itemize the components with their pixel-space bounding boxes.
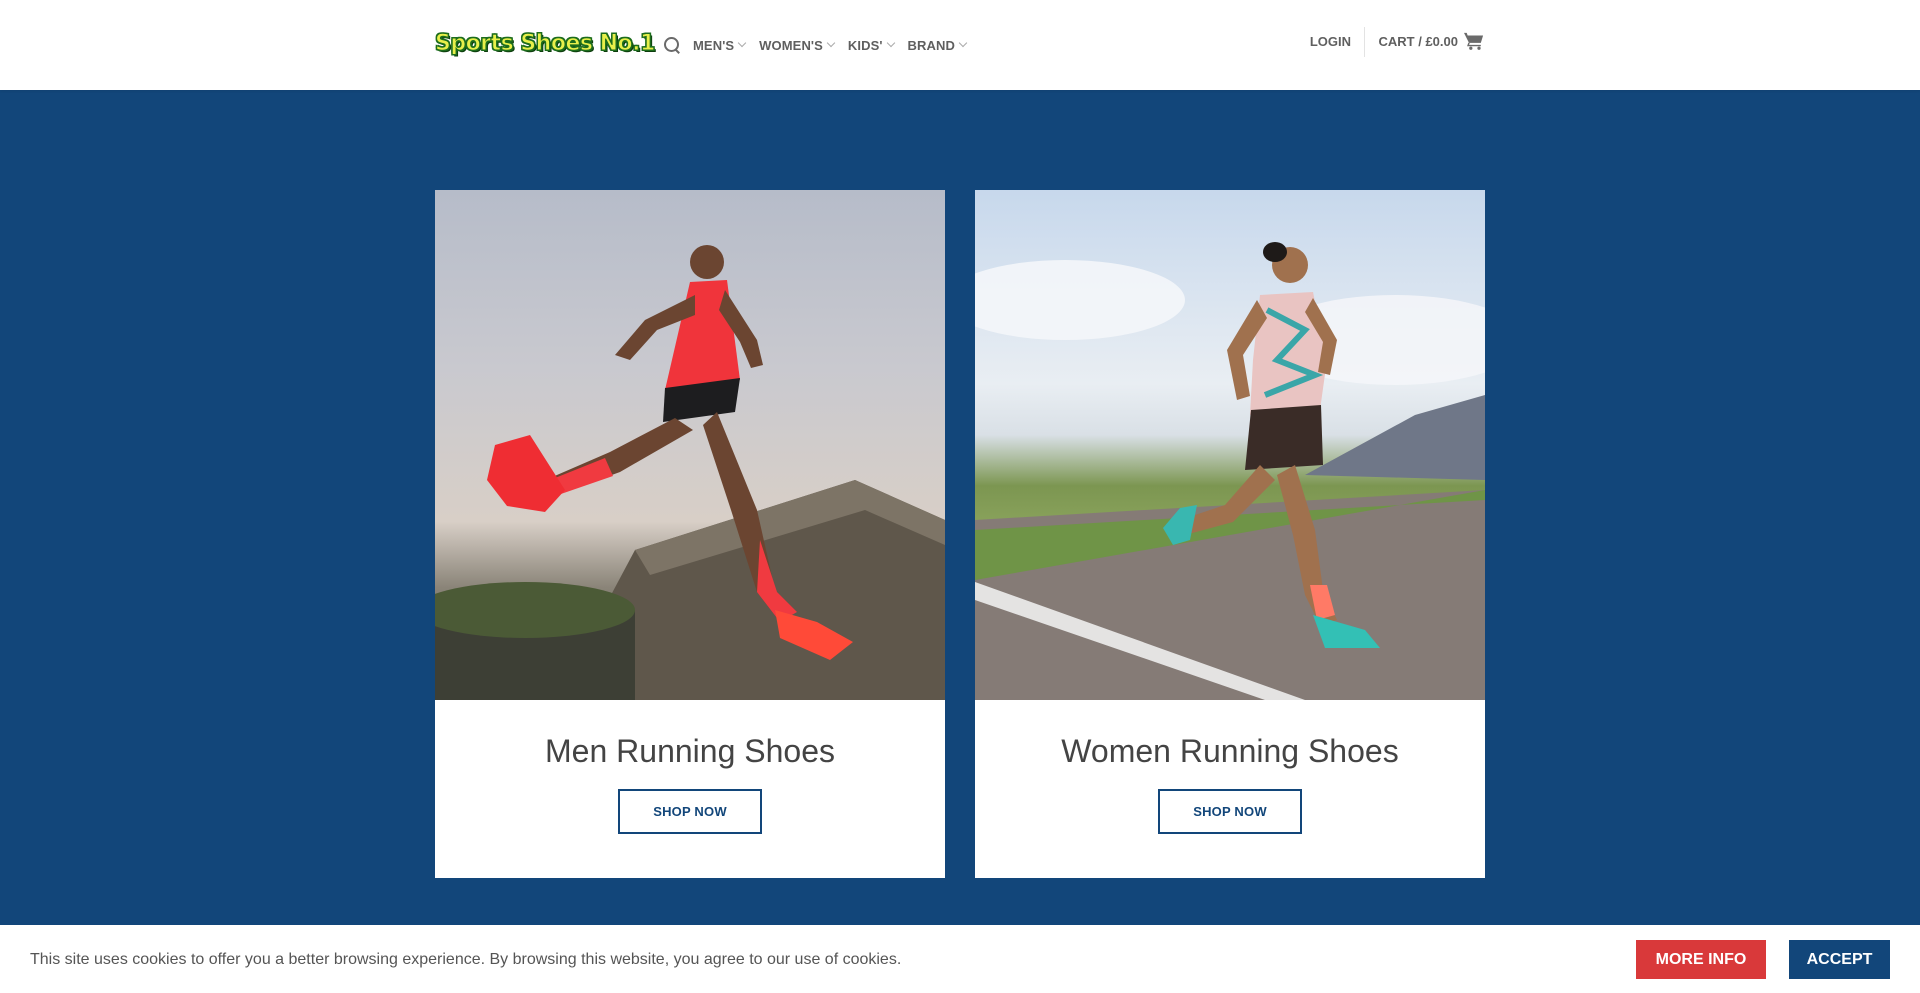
category-card-women: Women Running Shoes SHOP NOW xyxy=(975,190,1485,878)
chevron-down-icon xyxy=(958,38,968,48)
main-nav: MEN'S WOMEN'S KIDS' BRAND xyxy=(663,34,980,56)
nav-item-label: WOMEN'S xyxy=(759,37,823,53)
cart-label: CART / £0.00 xyxy=(1378,33,1458,49)
shop-now-women-button[interactable]: SHOP NOW xyxy=(1158,789,1302,834)
card-title: Men Running Shoes xyxy=(545,733,835,769)
site-header: Sports Shoes No.1 MEN'S WOMEN'S KIDS' BR… xyxy=(0,0,1920,90)
card-title: Women Running Shoes xyxy=(1061,733,1399,769)
nav-item-label: MEN'S xyxy=(693,37,735,53)
login-link[interactable]: LOGIN xyxy=(1310,34,1351,49)
chevron-down-icon xyxy=(886,38,895,48)
header-inner: Sports Shoes No.1 MEN'S WOMEN'S KIDS' BR… xyxy=(435,0,1485,90)
nav-item-label: KIDS' xyxy=(847,37,883,53)
nav-item-mens[interactable]: MEN'S xyxy=(693,37,747,53)
search-icon[interactable] xyxy=(663,36,681,54)
cart-icon xyxy=(1464,32,1484,50)
men-runner-illustration xyxy=(435,245,945,700)
shop-now-men-button[interactable]: SHOP NOW xyxy=(618,789,762,834)
nav-item-womens[interactable]: WOMEN'S xyxy=(759,37,836,53)
women-runner-image[interactable] xyxy=(975,190,1485,700)
more-info-button[interactable]: MORE INFO xyxy=(1636,940,1766,979)
chevron-down-icon xyxy=(737,38,747,48)
men-runner-image[interactable] xyxy=(435,190,945,700)
chevron-down-icon xyxy=(826,38,836,48)
cookie-bar: This site uses cookies to offer you a be… xyxy=(0,925,1920,993)
nav-item-label: BRAND xyxy=(907,37,955,53)
nav-item-kids[interactable]: KIDS' xyxy=(847,37,895,53)
cart-link[interactable]: CART / £0.00 xyxy=(1379,31,1485,51)
header-divider xyxy=(1364,27,1365,57)
nav-item-brand[interactable]: BRAND xyxy=(907,37,968,53)
site-logo[interactable]: Sports Shoes No.1 xyxy=(435,26,656,62)
cookie-message: This site uses cookies to offer you a be… xyxy=(30,951,902,968)
women-runner-illustration xyxy=(975,242,1485,700)
category-card-men: Men Running Shoes SHOP NOW xyxy=(435,190,945,878)
accept-button[interactable]: ACCEPT xyxy=(1789,940,1890,979)
